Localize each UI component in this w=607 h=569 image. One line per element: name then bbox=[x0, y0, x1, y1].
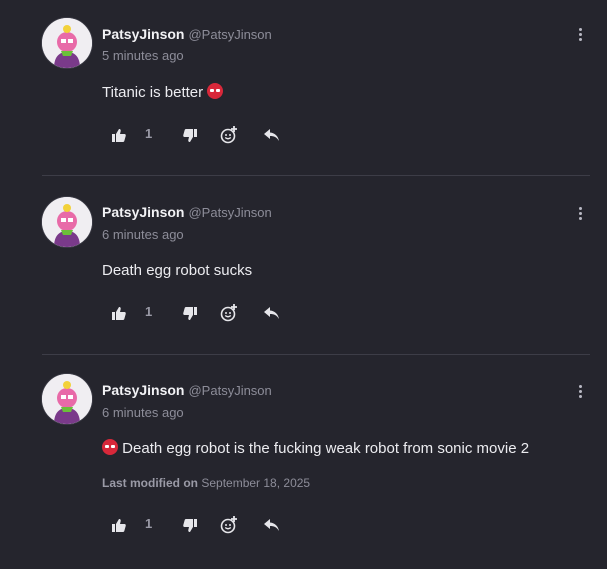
author-handle[interactable]: @PatsyJinson bbox=[188, 205, 271, 220]
modified-label: Last modified on bbox=[102, 476, 198, 490]
angry-face-emoji bbox=[102, 439, 118, 455]
avatar[interactable] bbox=[42, 18, 92, 68]
comment-actions: 1 bbox=[0, 301, 607, 325]
comment-text: Death egg robot is the fucking weak robo… bbox=[122, 440, 530, 457]
avatar[interactable] bbox=[42, 374, 92, 424]
angry-face-emoji bbox=[207, 83, 224, 99]
author-handle[interactable]: @PatsyJinson bbox=[188, 383, 271, 398]
author-name[interactable]: PatsyJinson bbox=[102, 382, 184, 398]
thumbs-down-icon bbox=[183, 306, 197, 320]
dislike-button[interactable] bbox=[183, 513, 197, 537]
comment: PatsyJinson @PatsyJinson 6 minutes ago De… bbox=[0, 176, 607, 354]
like-button[interactable] bbox=[112, 513, 126, 537]
add-reaction-button[interactable] bbox=[220, 301, 238, 325]
dislike-button[interactable] bbox=[183, 123, 197, 147]
thumbs-down-icon bbox=[183, 128, 197, 142]
add-reaction-button[interactable] bbox=[220, 123, 238, 147]
thumbs-up-icon bbox=[112, 128, 126, 142]
reply-button[interactable] bbox=[264, 123, 279, 147]
comment-body: Death egg robot is the fucking weak robo… bbox=[102, 439, 529, 457]
more-vertical-icon[interactable] bbox=[572, 26, 588, 44]
like-button[interactable] bbox=[112, 123, 126, 147]
like-count: 1 bbox=[145, 516, 153, 531]
thumbs-down-icon bbox=[183, 518, 197, 532]
reply-icon bbox=[264, 519, 279, 531]
author-handle[interactable]: @PatsyJinson bbox=[188, 27, 271, 42]
comment-actions: 1 bbox=[0, 123, 607, 147]
more-vertical-icon[interactable] bbox=[572, 383, 588, 401]
dislike-button[interactable] bbox=[183, 301, 197, 325]
add-reaction-button[interactable] bbox=[220, 513, 238, 537]
comment: PatsyJinson @PatsyJinson 5 minutes ago Ti… bbox=[0, 0, 607, 176]
thumbs-up-icon bbox=[112, 306, 126, 320]
comment-thread: PatsyJinson @PatsyJinson 5 minutes ago Ti… bbox=[0, 0, 607, 569]
reply-icon bbox=[264, 307, 279, 319]
reply-button[interactable] bbox=[264, 513, 279, 537]
comment-body: Death egg robot sucks bbox=[102, 262, 252, 279]
more-vertical-icon[interactable] bbox=[572, 205, 588, 223]
thumbs-up-icon bbox=[112, 518, 126, 532]
reply-button[interactable] bbox=[264, 301, 279, 325]
avatar[interactable] bbox=[42, 197, 92, 247]
timestamp[interactable]: 6 minutes ago bbox=[102, 227, 184, 242]
timestamp[interactable]: 5 minutes ago bbox=[102, 48, 184, 63]
add-reaction-icon bbox=[220, 304, 237, 322]
comment: PatsyJinson @PatsyJinson 6 minutes ago De… bbox=[0, 355, 607, 569]
comment-text: Death egg robot sucks bbox=[102, 262, 253, 279]
modified-date: September 18, 2025 bbox=[201, 476, 311, 490]
comment-text: Titanic is better bbox=[102, 84, 204, 101]
comment-body: Titanic is better bbox=[102, 83, 224, 101]
add-reaction-icon bbox=[220, 516, 237, 534]
timestamp[interactable]: 6 minutes ago bbox=[102, 405, 184, 420]
add-reaction-icon bbox=[220, 126, 237, 144]
author-name[interactable]: PatsyJinson bbox=[102, 204, 184, 220]
modified-note: Last modified on September 18, 2025 bbox=[102, 476, 310, 490]
like-count: 1 bbox=[145, 126, 153, 141]
comment-actions: 1 bbox=[0, 513, 607, 537]
like-count: 1 bbox=[145, 304, 153, 319]
reply-icon bbox=[264, 129, 279, 141]
like-button[interactable] bbox=[112, 301, 126, 325]
author-name[interactable]: PatsyJinson bbox=[102, 26, 184, 42]
